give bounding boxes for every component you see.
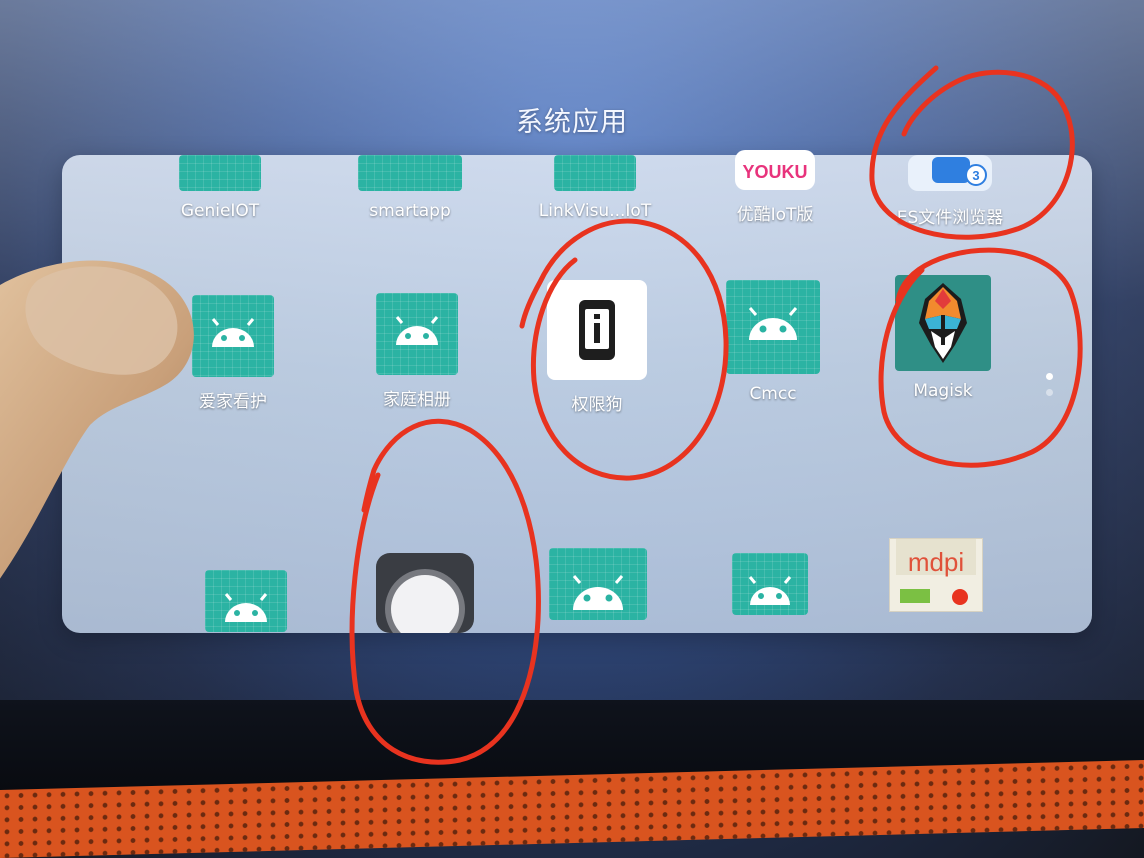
android-icon — [549, 548, 647, 620]
es-file-explorer-icon: 3 — [908, 155, 992, 191]
finger-photo-overlay — [0, 260, 194, 579]
app-assistive-touch[interactable] — [376, 553, 474, 649]
android-icon — [179, 155, 261, 191]
app-label: LinkVisu...IoT — [538, 201, 652, 221]
app-label: smartapp — [369, 201, 451, 221]
magisk-icon — [895, 275, 991, 371]
info-phone-icon — [547, 280, 647, 380]
app-smartapp[interactable]: smartapp — [340, 155, 480, 221]
youku-logo-text: YOUKU — [742, 162, 807, 182]
android-icon — [554, 155, 636, 191]
app-label: ES文件浏览器 — [896, 208, 1004, 228]
page-dot-active[interactable] — [1046, 373, 1053, 380]
app-label: 家庭相册 — [383, 390, 451, 410]
app-label: 优酷IoT版 — [736, 205, 814, 225]
app-mdpi-test[interactable]: mdpi — [889, 538, 983, 612]
app-quanxiangou[interactable]: 权限狗 — [527, 280, 667, 415]
app-genieiot[interactable]: GenieIOT — [150, 155, 290, 221]
app-label: Magisk — [913, 381, 973, 401]
app-row3-3[interactable] — [549, 548, 647, 620]
mdpi-text: mdpi — [908, 547, 964, 577]
app-es-file-explorer[interactable]: 3 ES文件浏览器 — [880, 155, 1020, 228]
app-label: Cmcc — [749, 384, 797, 404]
photo-scene: 系统应用 GenieIOT smartapp LinkVisu...IoT YO… — [0, 0, 1144, 858]
app-label: GenieIOT — [180, 201, 260, 221]
app-label: 权限狗 — [571, 395, 623, 415]
android-icon — [376, 293, 458, 375]
mdpi-test-icon: mdpi — [889, 538, 983, 612]
folder-title: 系统应用 — [516, 107, 628, 138]
android-icon — [726, 280, 820, 374]
app-row3-4[interactable] — [732, 553, 808, 615]
android-icon — [358, 155, 462, 191]
android-icon — [732, 553, 808, 615]
app-family-album[interactable]: 家庭相册 — [347, 293, 487, 410]
page-dot[interactable] — [1046, 389, 1053, 396]
page-indicator — [1046, 373, 1053, 405]
app-cmcc[interactable]: Cmcc — [703, 280, 843, 404]
youku-icon: YOUKU — [735, 150, 815, 190]
es-badge-text: 3 — [972, 168, 979, 183]
app-magisk[interactable]: Magisk — [873, 275, 1013, 401]
app-youku-iot[interactable]: YOUKU 优酷IoT版 — [705, 150, 845, 225]
assistive-touch-icon — [376, 553, 474, 649]
app-linkvisual[interactable]: LinkVisu...IoT — [515, 155, 675, 221]
